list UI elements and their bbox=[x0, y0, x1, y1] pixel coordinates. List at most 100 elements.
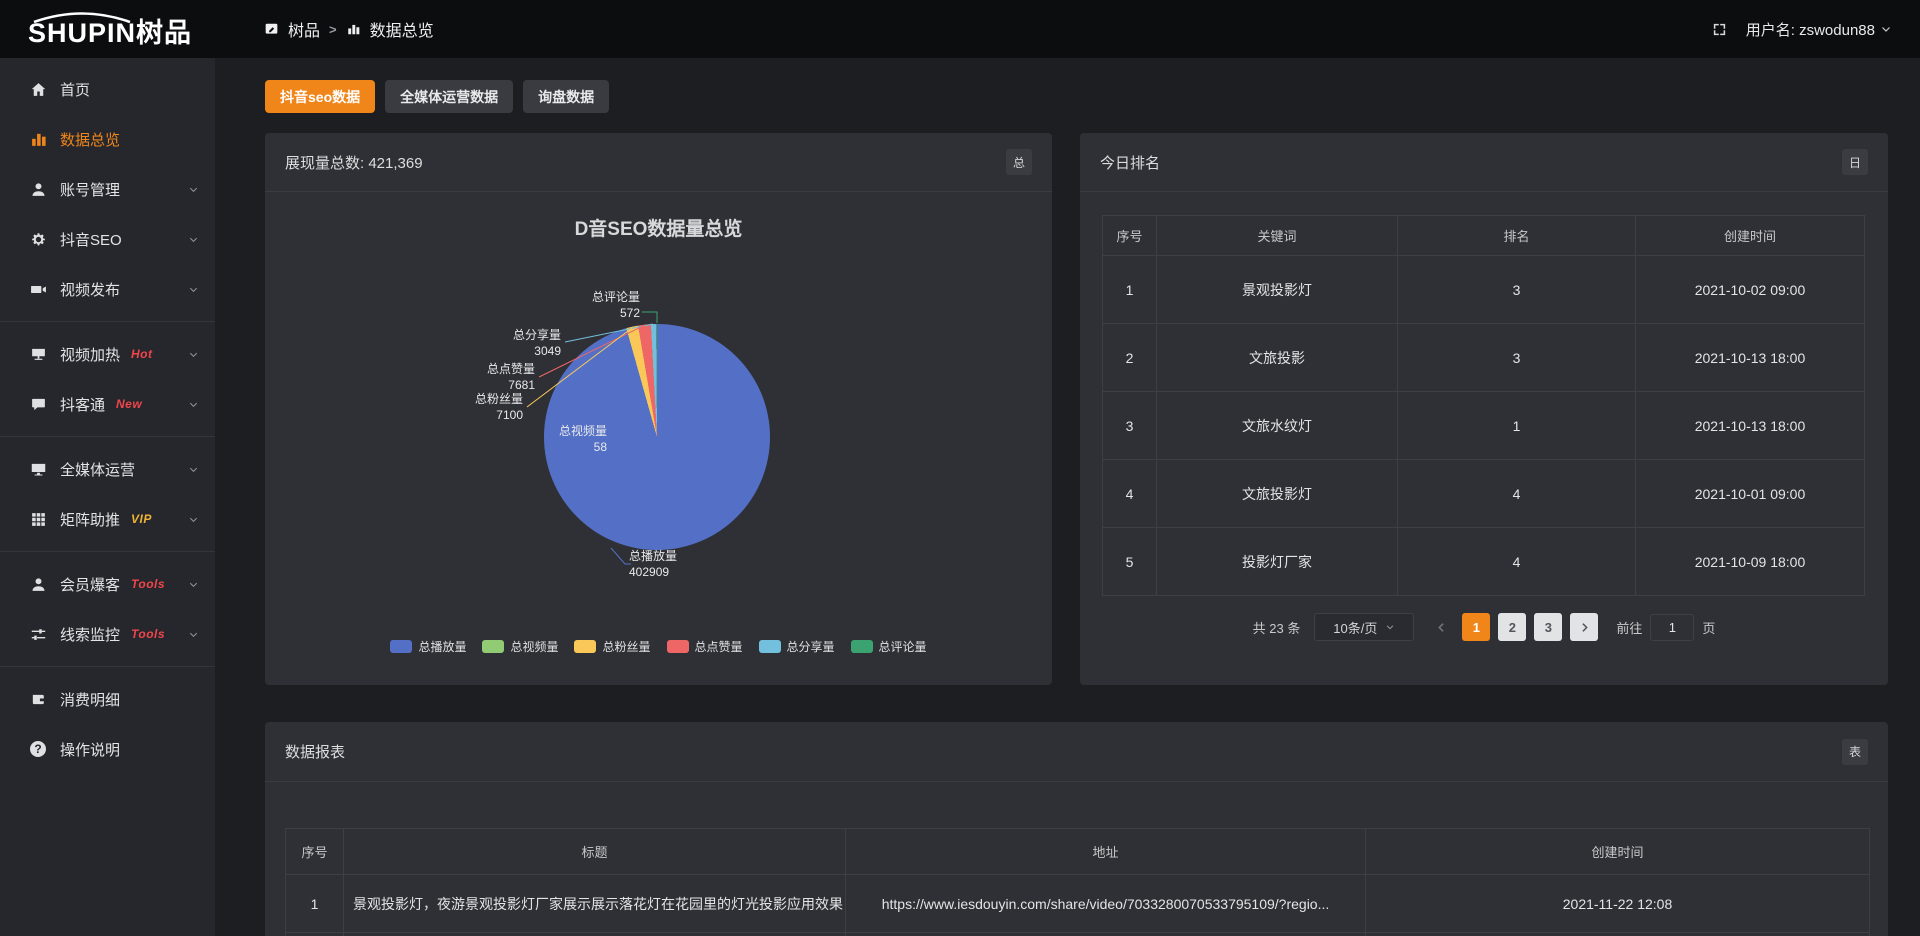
col-keyword: 关键词 bbox=[1157, 216, 1398, 256]
col-created: 创建时间 bbox=[1366, 829, 1870, 875]
table-header-row: 序号 关键词 排名 创建时间 bbox=[1103, 216, 1865, 256]
rank-panel-title: 今日排名 bbox=[1100, 152, 1160, 173]
table-row: 4文旅投影灯42021-10-01 09:00 bbox=[1103, 460, 1865, 528]
report-panel-title: 数据报表 bbox=[285, 741, 345, 762]
sidebar-item-label: 线索监控 bbox=[60, 624, 120, 645]
page-button-3[interactable]: 3 bbox=[1534, 613, 1562, 641]
pie-label-likes: 总点赞量7681 bbox=[487, 361, 535, 393]
chevron-down-icon bbox=[188, 234, 199, 245]
report-url-link[interactable]: https://www.iesdouyin.com/share/video/70… bbox=[846, 875, 1366, 933]
chart-title: D音SEO数据量总览 bbox=[265, 214, 1052, 241]
question-icon bbox=[30, 741, 47, 758]
sidebar-item-help[interactable]: 操作说明 bbox=[0, 724, 215, 774]
sidebar-item-video-heat[interactable]: 视频加热 Hot bbox=[0, 329, 215, 379]
legend-item[interactable]: 总点赞量 bbox=[667, 638, 743, 655]
col-index: 序号 bbox=[286, 829, 344, 875]
pie-label-plays: 总播放量402909 bbox=[629, 548, 677, 580]
legend-item[interactable]: 总视频量 bbox=[482, 638, 558, 655]
sidebar-item-label: 账号管理 bbox=[60, 179, 120, 200]
legend-item[interactable]: 总评论量 bbox=[851, 638, 927, 655]
sidebar-divider bbox=[0, 666, 215, 667]
tab-douyin-seo-data[interactable]: 抖音seo数据 bbox=[265, 80, 375, 113]
sidebar-item-account[interactable]: 账号管理 bbox=[0, 164, 215, 214]
caret-down-icon bbox=[1385, 622, 1395, 632]
table-badge-button[interactable]: 表 bbox=[1842, 739, 1868, 765]
chevron-down-icon bbox=[188, 349, 199, 360]
legend-item[interactable]: 总粉丝量 bbox=[574, 638, 650, 655]
legend-swatch bbox=[851, 640, 873, 653]
sidebar-item-data-overview[interactable]: 数据总览 bbox=[0, 114, 215, 164]
legend-swatch bbox=[574, 640, 596, 653]
sidebar-item-label: 数据总览 bbox=[60, 129, 120, 150]
fullscreen-icon[interactable] bbox=[1711, 21, 1728, 38]
goto-page-input[interactable] bbox=[1650, 614, 1694, 641]
page-button-1[interactable]: 1 bbox=[1462, 613, 1490, 641]
table-row: 5投影灯厂家42021-10-09 18:00 bbox=[1103, 528, 1865, 596]
sidebar-item-media-operation[interactable]: 全媒体运营 bbox=[0, 444, 215, 494]
report-panel-header: 数据报表 表 bbox=[265, 722, 1888, 782]
sidebar-item-label: 视频加热 bbox=[60, 344, 120, 365]
new-badge: New bbox=[116, 397, 142, 411]
goto-prefix: 前往 bbox=[1616, 618, 1642, 637]
user-menu[interactable]: 用户名: zswodun88 bbox=[1746, 19, 1892, 40]
user-icon bbox=[30, 181, 47, 198]
board-icon bbox=[264, 22, 279, 36]
chevron-down-icon bbox=[188, 184, 199, 195]
report-table: 序号 标题 地址 创建时间 1 景观投影灯，夜游景观投影灯厂家展示展示落花灯在花… bbox=[285, 828, 1870, 936]
pie-label-videos: 总视频量58 bbox=[559, 423, 607, 455]
chevron-down-icon bbox=[188, 514, 199, 525]
sidebar-item-spend-detail[interactable]: 消费明细 bbox=[0, 674, 215, 724]
hot-badge: Hot bbox=[131, 347, 153, 361]
table-row bbox=[286, 933, 1870, 936]
sidebar-divider bbox=[0, 436, 215, 437]
legend-item[interactable]: 总播放量 bbox=[390, 638, 466, 655]
tab-media-operation-data[interactable]: 全媒体运营数据 bbox=[385, 80, 513, 113]
day-badge-button[interactable]: 日 bbox=[1842, 149, 1868, 175]
col-created: 创建时间 bbox=[1636, 216, 1865, 256]
rank-table: 序号 关键词 排名 创建时间 1景观投影灯32021-10-02 09:00 2… bbox=[1102, 215, 1865, 596]
page-button-2[interactable]: 2 bbox=[1498, 613, 1526, 641]
sidebar-item-label: 消费明细 bbox=[60, 689, 120, 710]
sidebar-item-label: 操作说明 bbox=[60, 739, 120, 760]
next-page-button[interactable] bbox=[1570, 613, 1598, 641]
video-camera-icon bbox=[30, 281, 47, 298]
sidebar-item-video-publish[interactable]: 视频发布 bbox=[0, 264, 215, 314]
chat-icon bbox=[30, 396, 47, 413]
top-header: SHUPIN树品 树品 > 数据总览 用户名: zswodun88 bbox=[0, 0, 1920, 58]
sidebar-item-label: 会员爆客 bbox=[60, 574, 120, 595]
sidebar-item-home[interactable]: 首页 bbox=[0, 64, 215, 114]
goto-suffix: 页 bbox=[1702, 618, 1715, 637]
chevron-down-icon bbox=[188, 579, 199, 590]
sidebar-item-lead-monitor[interactable]: 线索监控 Tools bbox=[0, 609, 215, 659]
caret-down-icon bbox=[1880, 23, 1892, 35]
sidebar-divider bbox=[0, 321, 215, 322]
prev-page-button[interactable] bbox=[1428, 613, 1454, 641]
pagination-total: 共 23 条 bbox=[1253, 618, 1301, 637]
overview-panel: 展现量总数: 421,369 总 D音SEO数据量总览 总评论量572 bbox=[265, 133, 1052, 685]
breadcrumb-item-current[interactable]: 数据总览 bbox=[370, 17, 434, 41]
pie-label-shares: 总分享量3049 bbox=[513, 327, 561, 359]
main-content: 抖音seo数据 全媒体运营数据 询盘数据 展现量总数: 421,369 总 D音… bbox=[215, 58, 1920, 936]
goto-page: 前往 页 bbox=[1616, 614, 1715, 641]
rank-panel-header: 今日排名 日 bbox=[1080, 133, 1888, 192]
legend-swatch bbox=[390, 640, 412, 653]
breadcrumb-item-root[interactable]: 树品 bbox=[288, 17, 320, 41]
chevron-right-icon bbox=[1578, 621, 1591, 634]
sidebar-item-douyin-seo[interactable]: 抖音SEO bbox=[0, 214, 215, 264]
wallet-icon bbox=[30, 691, 47, 708]
username-label: 用户名: zswodun88 bbox=[1746, 19, 1875, 40]
sidebar-item-member-burst[interactable]: 会员爆客 Tools bbox=[0, 559, 215, 609]
chart-legend: 总播放量 总视频量 总粉丝量 总点赞量 总分享量 总评论量 bbox=[265, 638, 1052, 655]
total-badge-button[interactable]: 总 bbox=[1006, 149, 1032, 175]
sidebar-item-doukestong[interactable]: 抖客通 New bbox=[0, 379, 215, 429]
sidebar-item-matrix-boost[interactable]: 矩阵助推 VIP bbox=[0, 494, 215, 544]
legend-item[interactable]: 总分享量 bbox=[759, 638, 835, 655]
tv-icon bbox=[30, 346, 47, 363]
table-row: 2文旅投影32021-10-13 18:00 bbox=[1103, 324, 1865, 392]
sidebar-item-label: 首页 bbox=[60, 79, 90, 100]
vip-badge: VIP bbox=[131, 512, 152, 526]
tab-inquiry-data[interactable]: 询盘数据 bbox=[523, 80, 609, 113]
sidebar-item-label: 抖音SEO bbox=[60, 229, 122, 250]
sliders-icon bbox=[30, 626, 47, 643]
page-size-select[interactable]: 10条/页 bbox=[1314, 613, 1414, 641]
